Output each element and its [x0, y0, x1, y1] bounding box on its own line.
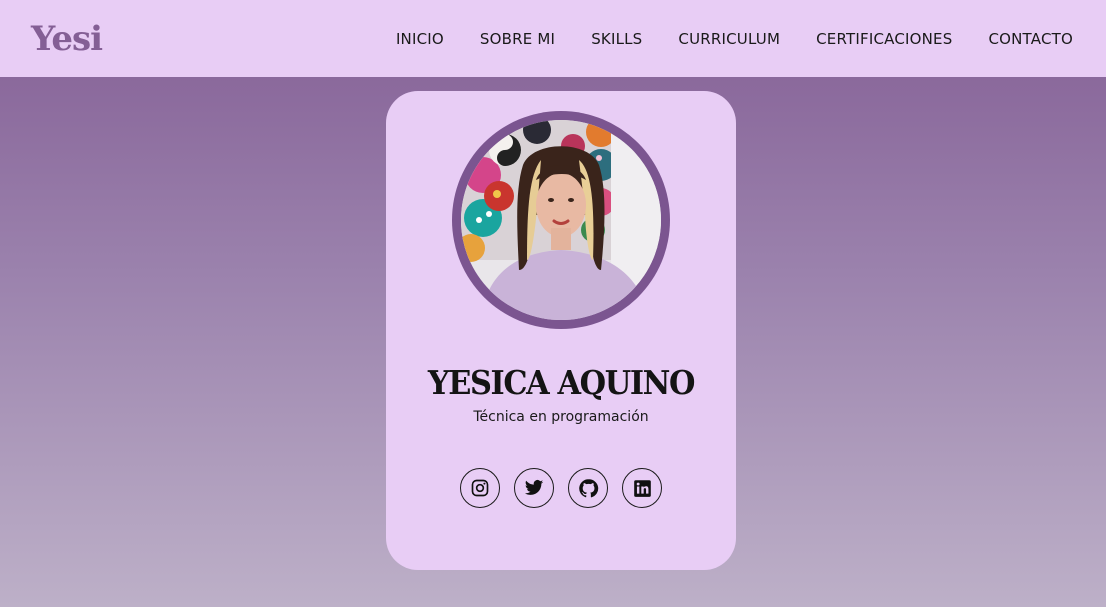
github-icon: [578, 478, 598, 497]
nav-link-curriculum[interactable]: CURRICULUM: [678, 30, 780, 48]
nav-link-sobre-mi[interactable]: SOBRE MI: [480, 30, 555, 48]
github-link[interactable]: [568, 468, 608, 508]
profile-subtitle: Técnica en programación: [473, 409, 649, 425]
profile-photo-illustration: [461, 120, 661, 320]
navbar: Yesi INICIO SOBRE MI SKILLS CURRICULUM C…: [0, 0, 1106, 77]
profile-photo: [461, 120, 661, 320]
avatar-ring: [452, 111, 670, 329]
linkedin-link[interactable]: [622, 468, 662, 508]
instagram-icon: [471, 479, 489, 497]
nav-link-certificaciones[interactable]: CERTIFICACIONES: [816, 30, 952, 48]
twitter-link[interactable]: [514, 468, 554, 508]
main-nav: INICIO SOBRE MI SKILLS CURRICULUM CERTIF…: [396, 30, 1073, 48]
nav-link-skills[interactable]: SKILLS: [591, 30, 642, 48]
site-logo[interactable]: Yesi: [31, 19, 103, 59]
profile-card: YESICA AQUINO Técnica en programación: [386, 91, 736, 570]
nav-link-inicio[interactable]: INICIO: [396, 30, 444, 48]
linkedin-icon: [633, 479, 651, 497]
social-links: [456, 468, 666, 508]
twitter-icon: [524, 480, 544, 495]
profile-name: YESICA AQUINO: [427, 363, 696, 402]
nav-link-contacto[interactable]: CONTACTO: [988, 30, 1073, 48]
instagram-link[interactable]: [460, 468, 500, 508]
